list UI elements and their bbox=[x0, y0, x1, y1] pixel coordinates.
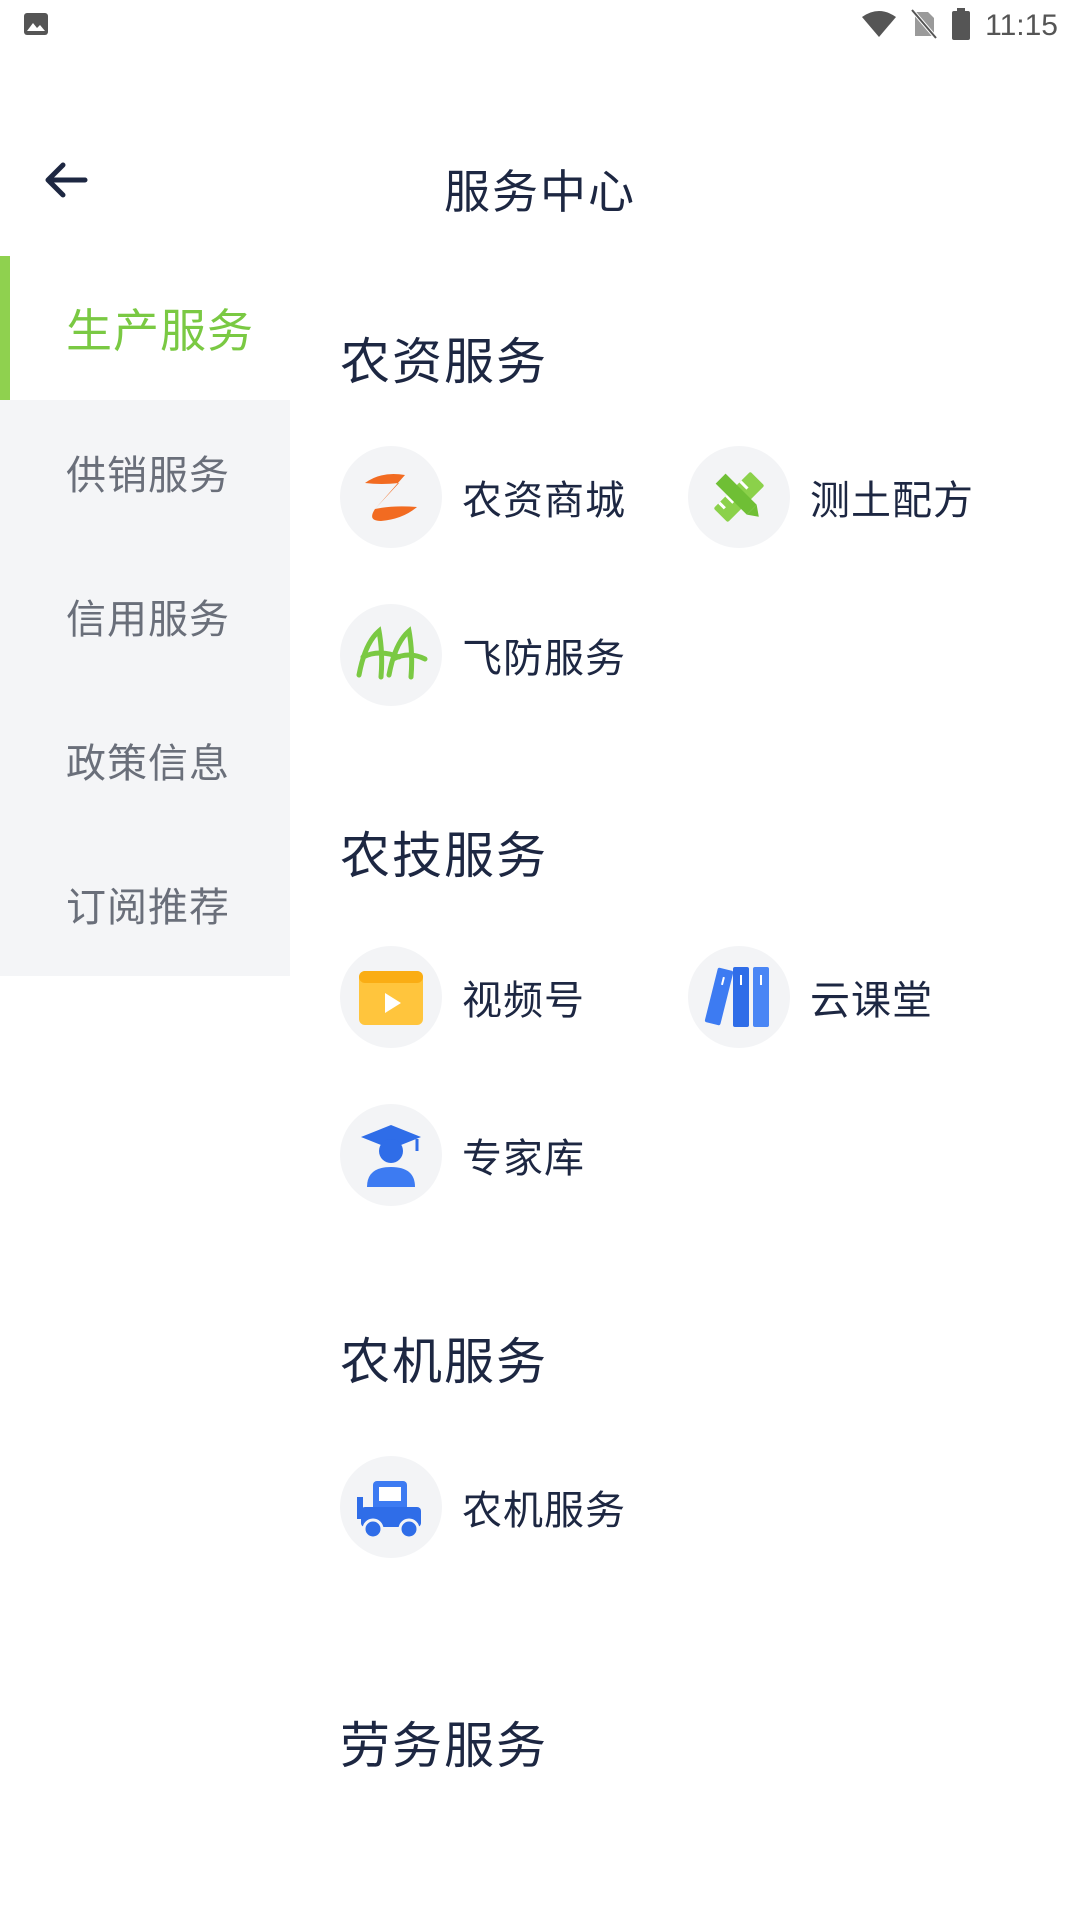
section-labor: 劳务服务 bbox=[340, 1558, 1060, 1778]
section-title: 农机服务 bbox=[340, 1333, 548, 1391]
books-icon bbox=[688, 946, 790, 1048]
no-sim-icon bbox=[910, 8, 938, 44]
service-soil-testing[interactable]: 测土配方 bbox=[688, 446, 1036, 548]
section-agri-machinery: 农机服务 农机服务 bbox=[340, 1206, 1060, 1558]
section-title: 农技服务 bbox=[340, 827, 548, 885]
service-label: 农资商城 bbox=[462, 478, 626, 524]
status-time: 11:15 bbox=[985, 9, 1058, 42]
service-grid: 视频号 云课堂 专家库 bbox=[340, 946, 1060, 1206]
service-cloud-classroom[interactable]: 云课堂 bbox=[688, 946, 1036, 1048]
service-label: 飞防服务 bbox=[462, 636, 626, 682]
category-sidebar: 生产服务 供销服务 信用服务 政策信息 订阅推荐 bbox=[0, 256, 290, 978]
service-label: 云课堂 bbox=[810, 978, 933, 1024]
service-agri-mall[interactable]: 农资商城 bbox=[340, 446, 688, 548]
sidebar-item-production[interactable]: 生产服务 bbox=[0, 256, 290, 400]
sidebar-item-policy[interactable]: 政策信息 bbox=[0, 688, 290, 832]
sidebar-item-subscription[interactable]: 订阅推荐 bbox=[0, 832, 290, 976]
video-play-icon bbox=[340, 946, 442, 1048]
section-title: 劳务服务 bbox=[340, 1717, 548, 1775]
ruler-pencil-icon bbox=[688, 446, 790, 548]
sidebar-item-label: 供销服务 bbox=[66, 453, 230, 499]
service-drone-spraying[interactable]: 飞防服务 bbox=[340, 604, 688, 706]
graduate-icon bbox=[340, 1104, 442, 1206]
service-label: 视频号 bbox=[462, 978, 585, 1024]
service-agri-machinery[interactable]: 农机服务 bbox=[340, 1456, 688, 1558]
section-agri-supplies: 农资服务 农资商城 测土配方 飞防服务 bbox=[340, 256, 1060, 706]
mall-logo-icon bbox=[340, 446, 442, 548]
service-grid: 农资商城 测土配方 飞防服务 bbox=[340, 446, 1060, 706]
page-title: 服务中心 bbox=[444, 165, 636, 219]
tractor-icon bbox=[340, 1456, 442, 1558]
top-bar: 服务中心 bbox=[0, 120, 1080, 244]
status-bar: 11:15 bbox=[0, 0, 1080, 52]
sidebar-item-label: 订阅推荐 bbox=[66, 885, 230, 931]
service-label: 专家库 bbox=[462, 1136, 585, 1182]
sidebar-item-label: 生产服务 bbox=[66, 304, 254, 358]
services-content: 农资服务 农资商城 测土配方 飞防服务 农技服务 视频号 云课堂 专家库 农机服… bbox=[340, 256, 1060, 1778]
image-icon bbox=[22, 10, 50, 42]
section-agri-tech: 农技服务 视频号 云课堂 专家库 bbox=[340, 706, 1060, 1206]
service-expert-library[interactable]: 专家库 bbox=[340, 1104, 688, 1206]
service-video-channel[interactable]: 视频号 bbox=[340, 946, 688, 1048]
section-title: 农资服务 bbox=[340, 333, 548, 391]
sidebar-item-credit[interactable]: 信用服务 bbox=[0, 544, 290, 688]
wifi-icon bbox=[861, 9, 897, 43]
service-label: 测土配方 bbox=[810, 478, 974, 524]
sidebar-item-label: 政策信息 bbox=[66, 741, 230, 787]
sidebar-item-label: 信用服务 bbox=[66, 597, 230, 643]
battery-icon bbox=[951, 8, 971, 44]
service-grid: 农机服务 bbox=[340, 1456, 1060, 1558]
sidebar-item-supply-sales[interactable]: 供销服务 bbox=[0, 400, 290, 544]
drone-logo-icon bbox=[340, 604, 442, 706]
service-label: 农机服务 bbox=[462, 1488, 626, 1534]
